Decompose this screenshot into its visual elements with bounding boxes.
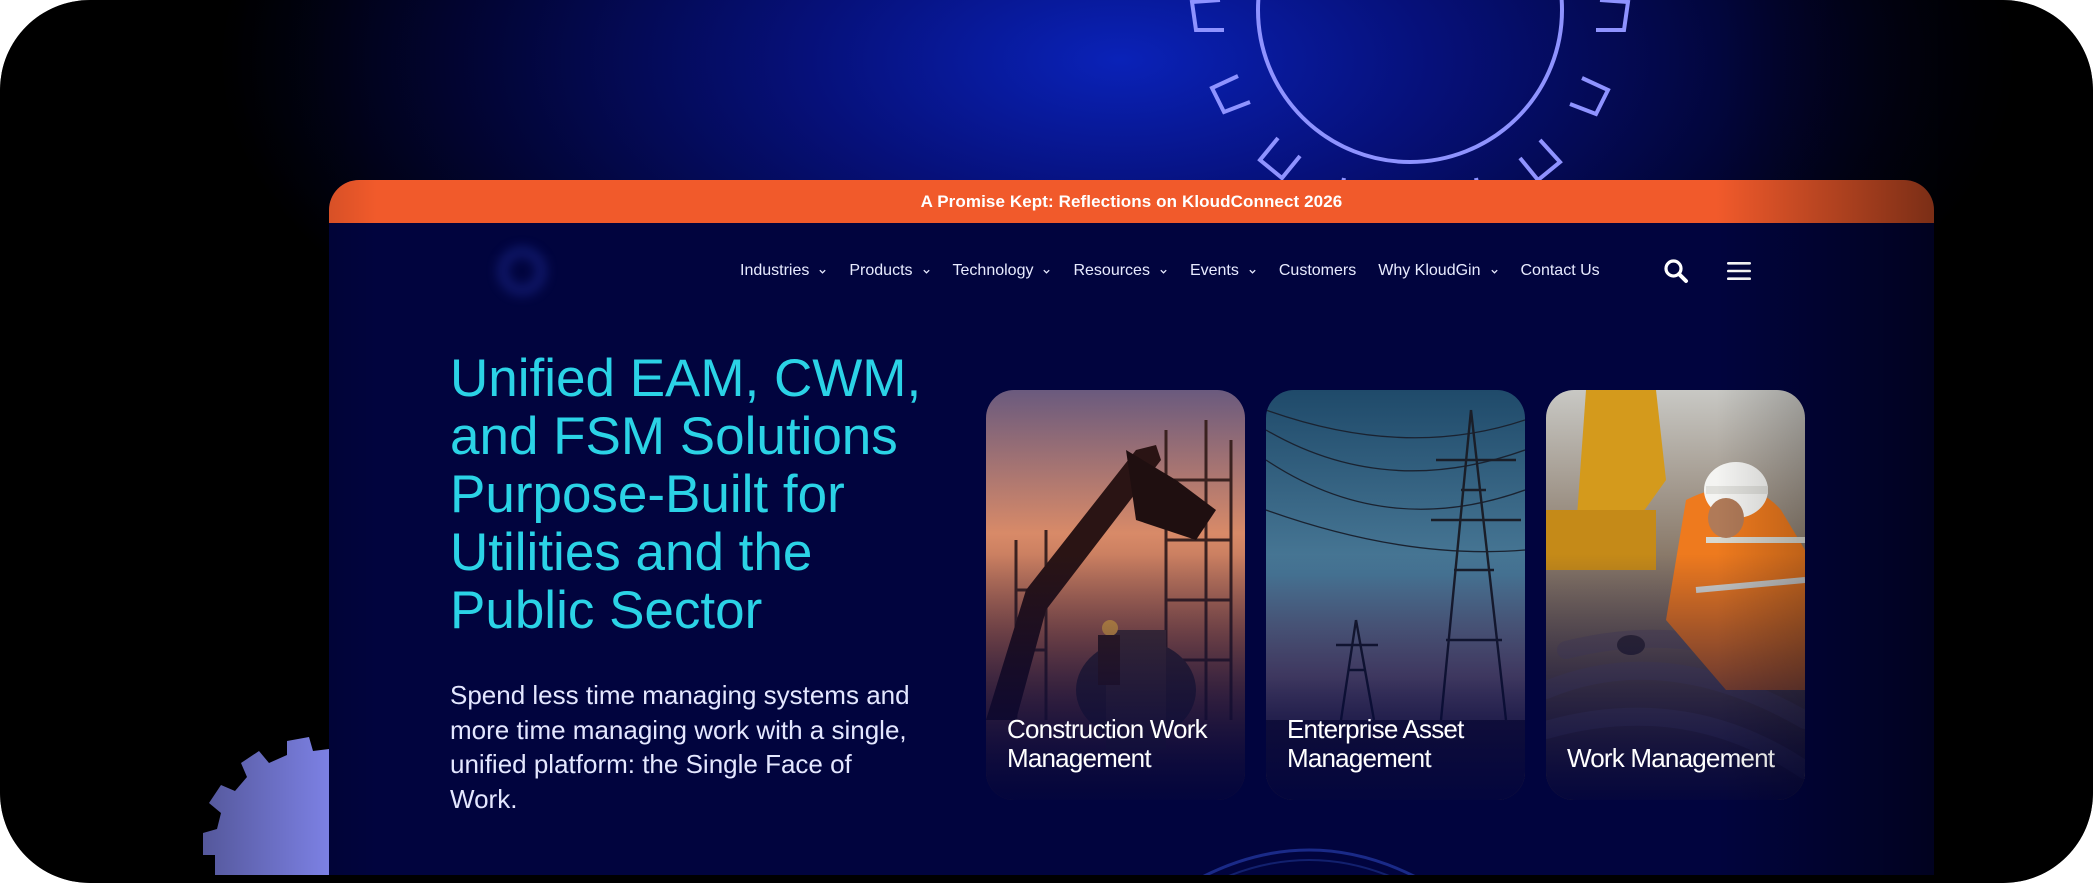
search-button[interactable] <box>1662 257 1690 285</box>
main-nav: Industries Products Technology Resources… <box>329 223 1934 319</box>
nav-menu: Industries Products Technology Resources… <box>740 223 1622 319</box>
nav-item-products[interactable]: Products <box>849 262 930 280</box>
promo-banner[interactable]: A Promise Kept: Reflections on KloudConn… <box>329 180 1934 223</box>
page-frame: A Promise Kept: Reflections on KloudConn… <box>0 0 2093 883</box>
logo-mark <box>499 248 545 294</box>
chevron-down-icon <box>1043 269 1051 274</box>
chevron-down-icon <box>819 269 827 274</box>
hamburger-menu-icon <box>1727 262 1751 280</box>
card-label: Construction Work Management <box>1007 714 1208 773</box>
chevron-down-icon <box>1160 269 1167 274</box>
card-construction-work-management[interactable]: Construction Work Management <box>986 390 1245 800</box>
chevron-down-icon <box>1249 269 1256 274</box>
card-label: Enterprise Asset Management <box>1287 714 1464 773</box>
promo-banner-text[interactable]: A Promise Kept: Reflections on KloudConn… <box>921 192 1343 212</box>
nav-item-industries[interactable]: Industries <box>740 262 827 280</box>
card-enterprise-asset-management[interactable]: Enterprise Asset Management <box>1266 390 1525 800</box>
nav-item-customers[interactable]: Customers <box>1279 262 1356 280</box>
nav-item-technology[interactable]: Technology <box>953 262 1052 280</box>
card-work-management[interactable]: Work Management <box>1546 390 1805 800</box>
hamburger-menu-button[interactable] <box>1725 259 1753 283</box>
hero-title: Unified EAM, CWM, and FSM Solutions Purp… <box>450 349 922 640</box>
card-label: Work Management <box>1567 743 1775 773</box>
nav-item-why-kloudgin[interactable]: Why KloudGin <box>1378 262 1498 280</box>
hero-description: Spend less time managing systems and mor… <box>450 680 910 814</box>
logo[interactable] <box>499 243 699 299</box>
nav-item-events[interactable]: Events <box>1190 262 1257 280</box>
gear-icon <box>1203 848 1415 875</box>
nav-item-resources[interactable]: Resources <box>1073 262 1167 280</box>
nav-item-contact-us[interactable]: Contact Us <box>1521 262 1600 280</box>
chevron-down-icon <box>1490 269 1498 274</box>
chevron-down-icon <box>922 269 930 274</box>
website-container: A Promise Kept: Reflections on KloudConn… <box>329 180 1934 875</box>
search-icon <box>1664 259 1688 283</box>
gear-icon <box>1189 0 1631 207</box>
